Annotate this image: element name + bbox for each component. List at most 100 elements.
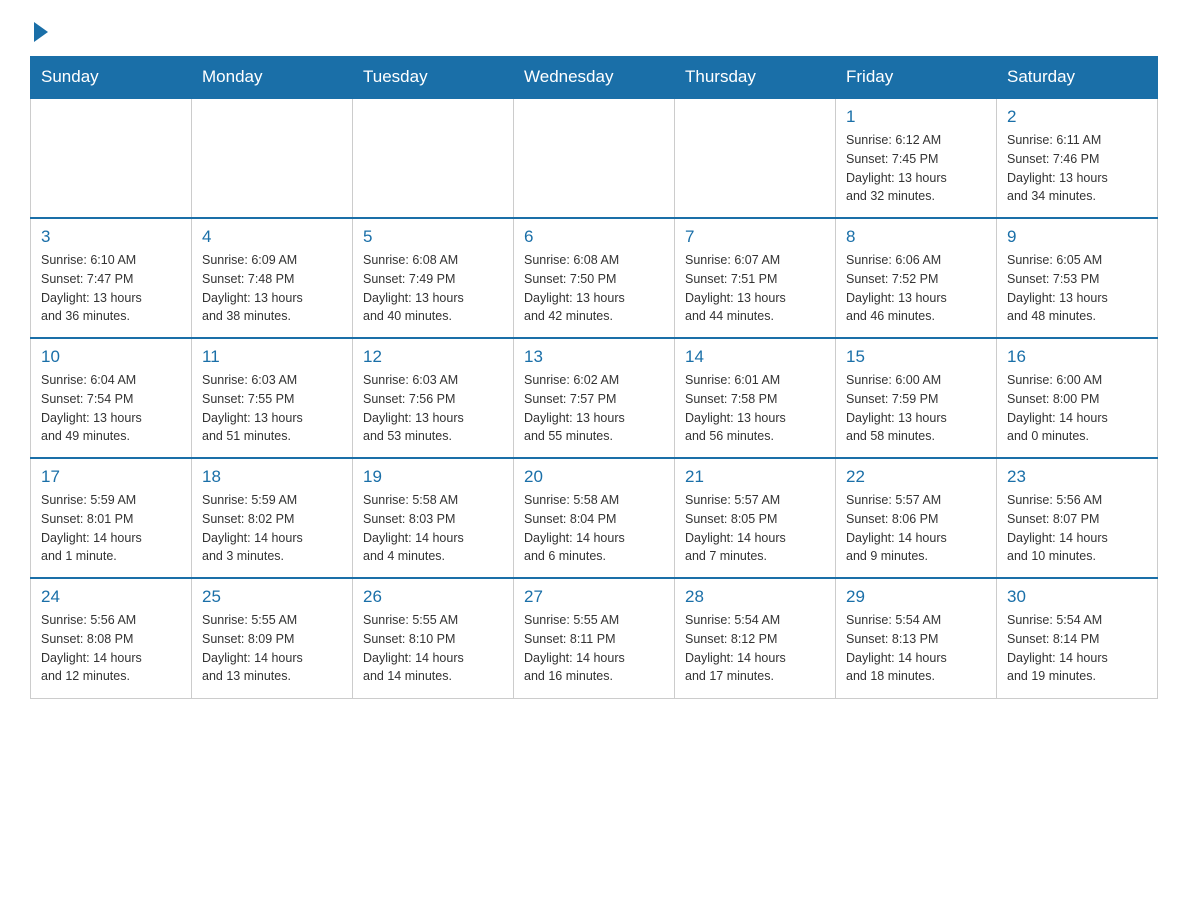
day-info: Sunrise: 6:03 AM Sunset: 7:55 PM Dayligh…	[202, 371, 342, 446]
week-row-3: 10 Sunrise: 6:04 AM Sunset: 7:54 PM Dayli…	[31, 338, 1158, 458]
calendar-cell	[514, 98, 675, 218]
day-number: 25	[202, 587, 342, 607]
day-info: Sunrise: 5:57 AM Sunset: 8:06 PM Dayligh…	[846, 491, 986, 566]
day-info: Sunrise: 6:00 AM Sunset: 7:59 PM Dayligh…	[846, 371, 986, 446]
header	[30, 20, 1158, 36]
day-number: 27	[524, 587, 664, 607]
calendar-cell: 21 Sunrise: 5:57 AM Sunset: 8:05 PM Dayli…	[675, 458, 836, 578]
day-info: Sunrise: 5:58 AM Sunset: 8:04 PM Dayligh…	[524, 491, 664, 566]
day-info: Sunrise: 5:55 AM Sunset: 8:11 PM Dayligh…	[524, 611, 664, 686]
calendar-cell: 2Sunrise: 6:11 AM Sunset: 7:46 PM Daylig…	[997, 98, 1158, 218]
day-number: 6	[524, 227, 664, 247]
logo-general	[30, 20, 48, 42]
day-info: Sunrise: 6:12 AM Sunset: 7:45 PM Dayligh…	[846, 131, 986, 206]
day-info: Sunrise: 6:06 AM Sunset: 7:52 PM Dayligh…	[846, 251, 986, 326]
day-info: Sunrise: 6:05 AM Sunset: 7:53 PM Dayligh…	[1007, 251, 1147, 326]
calendar-cell: 14 Sunrise: 6:01 AM Sunset: 7:58 PM Dayli…	[675, 338, 836, 458]
calendar-cell: 3 Sunrise: 6:10 AM Sunset: 7:47 PM Daylig…	[31, 218, 192, 338]
day-info: Sunrise: 6:02 AM Sunset: 7:57 PM Dayligh…	[524, 371, 664, 446]
calendar-cell: 27 Sunrise: 5:55 AM Sunset: 8:11 PM Dayli…	[514, 578, 675, 698]
weekday-header-monday: Monday	[192, 57, 353, 99]
calendar-cell: 19 Sunrise: 5:58 AM Sunset: 8:03 PM Dayli…	[353, 458, 514, 578]
day-info: Sunrise: 6:03 AM Sunset: 7:56 PM Dayligh…	[363, 371, 503, 446]
day-info: Sunrise: 6:09 AM Sunset: 7:48 PM Dayligh…	[202, 251, 342, 326]
day-number: 12	[363, 347, 503, 367]
calendar-cell	[31, 98, 192, 218]
day-info: Sunrise: 6:11 AM Sunset: 7:46 PM Dayligh…	[1007, 131, 1147, 206]
day-info: Sunrise: 6:08 AM Sunset: 7:49 PM Dayligh…	[363, 251, 503, 326]
day-number: 16	[1007, 347, 1147, 367]
day-info: Sunrise: 5:54 AM Sunset: 8:13 PM Dayligh…	[846, 611, 986, 686]
calendar-cell: 24 Sunrise: 5:56 AM Sunset: 8:08 PM Dayli…	[31, 578, 192, 698]
day-info: Sunrise: 6:10 AM Sunset: 7:47 PM Dayligh…	[41, 251, 181, 326]
day-number: 17	[41, 467, 181, 487]
day-info: Sunrise: 5:59 AM Sunset: 8:02 PM Dayligh…	[202, 491, 342, 566]
day-number: 1	[846, 107, 986, 127]
calendar-cell: 20 Sunrise: 5:58 AM Sunset: 8:04 PM Dayli…	[514, 458, 675, 578]
day-number: 4	[202, 227, 342, 247]
logo	[30, 20, 48, 36]
calendar-cell: 5 Sunrise: 6:08 AM Sunset: 7:49 PM Daylig…	[353, 218, 514, 338]
calendar-cell: 28 Sunrise: 5:54 AM Sunset: 8:12 PM Dayli…	[675, 578, 836, 698]
day-number: 10	[41, 347, 181, 367]
day-number: 21	[685, 467, 825, 487]
day-info: Sunrise: 6:01 AM Sunset: 7:58 PM Dayligh…	[685, 371, 825, 446]
week-row-1: 1 Sunrise: 6:12 AM Sunset: 7:45 PM Daylig…	[31, 98, 1158, 218]
day-number: 26	[363, 587, 503, 607]
calendar-cell: 6 Sunrise: 6:08 AM Sunset: 7:50 PM Daylig…	[514, 218, 675, 338]
day-number: 19	[363, 467, 503, 487]
day-number: 30	[1007, 587, 1147, 607]
calendar-cell: 9 Sunrise: 6:05 AM Sunset: 7:53 PM Daylig…	[997, 218, 1158, 338]
calendar-cell: 4 Sunrise: 6:09 AM Sunset: 7:48 PM Daylig…	[192, 218, 353, 338]
day-info: Sunrise: 5:59 AM Sunset: 8:01 PM Dayligh…	[41, 491, 181, 566]
calendar-cell: 26 Sunrise: 5:55 AM Sunset: 8:10 PM Dayli…	[353, 578, 514, 698]
calendar-cell: 1 Sunrise: 6:12 AM Sunset: 7:45 PM Daylig…	[836, 98, 997, 218]
week-row-5: 24 Sunrise: 5:56 AM Sunset: 8:08 PM Dayli…	[31, 578, 1158, 698]
calendar-cell: 22 Sunrise: 5:57 AM Sunset: 8:06 PM Dayli…	[836, 458, 997, 578]
calendar-cell: 8 Sunrise: 6:06 AM Sunset: 7:52 PM Daylig…	[836, 218, 997, 338]
calendar-cell: 7Sunrise: 6:07 AM Sunset: 7:51 PM Daylig…	[675, 218, 836, 338]
weekday-header-friday: Friday	[836, 57, 997, 99]
calendar-cell: 13Sunrise: 6:02 AM Sunset: 7:57 PM Dayli…	[514, 338, 675, 458]
day-info: Sunrise: 5:56 AM Sunset: 8:08 PM Dayligh…	[41, 611, 181, 686]
calendar-cell: 18 Sunrise: 5:59 AM Sunset: 8:02 PM Dayli…	[192, 458, 353, 578]
weekday-header-sunday: Sunday	[31, 57, 192, 99]
weekday-header-row: SundayMondayTuesdayWednesdayThursdayFrid…	[31, 57, 1158, 99]
calendar-table: SundayMondayTuesdayWednesdayThursdayFrid…	[30, 56, 1158, 699]
day-number: 14	[685, 347, 825, 367]
day-info: Sunrise: 5:57 AM Sunset: 8:05 PM Dayligh…	[685, 491, 825, 566]
day-info: Sunrise: 6:04 AM Sunset: 7:54 PM Dayligh…	[41, 371, 181, 446]
day-number: 5	[363, 227, 503, 247]
day-info: Sunrise: 5:56 AM Sunset: 8:07 PM Dayligh…	[1007, 491, 1147, 566]
day-info: Sunrise: 6:00 AM Sunset: 8:00 PM Dayligh…	[1007, 371, 1147, 446]
day-info: Sunrise: 5:54 AM Sunset: 8:14 PM Dayligh…	[1007, 611, 1147, 686]
day-number: 20	[524, 467, 664, 487]
calendar-cell: 10 Sunrise: 6:04 AM Sunset: 7:54 PM Dayli…	[31, 338, 192, 458]
calendar-cell: 17 Sunrise: 5:59 AM Sunset: 8:01 PM Dayli…	[31, 458, 192, 578]
weekday-header-saturday: Saturday	[997, 57, 1158, 99]
day-number: 11	[202, 347, 342, 367]
week-row-4: 17 Sunrise: 5:59 AM Sunset: 8:01 PM Dayli…	[31, 458, 1158, 578]
day-info: Sunrise: 5:55 AM Sunset: 8:10 PM Dayligh…	[363, 611, 503, 686]
calendar-cell: 15 Sunrise: 6:00 AM Sunset: 7:59 PM Dayli…	[836, 338, 997, 458]
weekday-header-tuesday: Tuesday	[353, 57, 514, 99]
day-info: Sunrise: 5:55 AM Sunset: 8:09 PM Dayligh…	[202, 611, 342, 686]
day-number: 18	[202, 467, 342, 487]
day-info: Sunrise: 6:08 AM Sunset: 7:50 PM Dayligh…	[524, 251, 664, 326]
day-number: 9	[1007, 227, 1147, 247]
day-info: Sunrise: 5:58 AM Sunset: 8:03 PM Dayligh…	[363, 491, 503, 566]
calendar-cell: 25 Sunrise: 5:55 AM Sunset: 8:09 PM Dayli…	[192, 578, 353, 698]
week-row-2: 3 Sunrise: 6:10 AM Sunset: 7:47 PM Daylig…	[31, 218, 1158, 338]
day-number: 24	[41, 587, 181, 607]
day-number: 8	[846, 227, 986, 247]
calendar-cell: 16 Sunrise: 6:00 AM Sunset: 8:00 PM Dayli…	[997, 338, 1158, 458]
calendar-cell: 30 Sunrise: 5:54 AM Sunset: 8:14 PM Dayli…	[997, 578, 1158, 698]
day-number: 3	[41, 227, 181, 247]
day-info: Sunrise: 5:54 AM Sunset: 8:12 PM Dayligh…	[685, 611, 825, 686]
day-number: 22	[846, 467, 986, 487]
calendar-cell	[192, 98, 353, 218]
calendar-cell: 12 Sunrise: 6:03 AM Sunset: 7:56 PM Dayli…	[353, 338, 514, 458]
day-number: 7	[685, 227, 825, 247]
day-number: 28	[685, 587, 825, 607]
day-number: 15	[846, 347, 986, 367]
